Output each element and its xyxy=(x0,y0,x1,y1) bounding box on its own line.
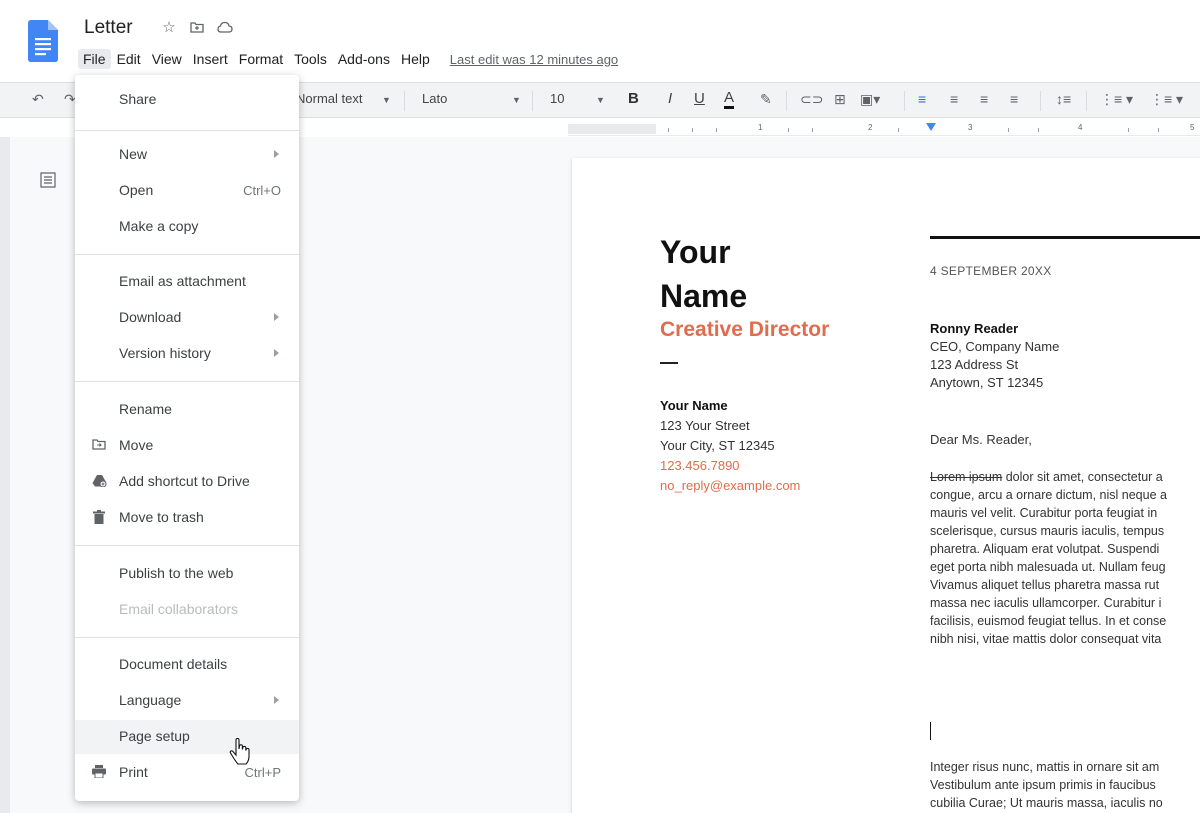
menu-item-version-history[interactable]: Version history xyxy=(75,337,299,371)
bold-button[interactable]: B xyxy=(628,90,639,107)
menu-item-email-as-attachment[interactable]: Email as attachment xyxy=(75,265,299,299)
last-edit-link[interactable]: Last edit was 12 minutes ago xyxy=(450,52,618,67)
left-ruler xyxy=(0,137,10,813)
align-center-icon[interactable]: ≡ xyxy=(950,91,958,107)
ruler[interactable]: 1 2 3 4 5 xyxy=(568,122,1200,136)
menu-item-document-details[interactable]: Document details xyxy=(75,648,299,682)
menu-edit[interactable]: Edit xyxy=(112,49,146,69)
menu-item-language[interactable]: Language xyxy=(75,684,299,718)
comment-icon[interactable]: ⊞ xyxy=(834,91,846,108)
letter-name-heading[interactable]: Your Name xyxy=(660,230,747,318)
google-docs-logo-icon[interactable] xyxy=(28,20,58,62)
font-select[interactable]: Lato xyxy=(422,91,447,106)
undo-icon[interactable]: ↶ xyxy=(32,91,44,108)
indent-marker[interactable] xyxy=(926,123,936,131)
ruler-number: 5 xyxy=(1190,123,1195,132)
menu-item-make-a-copy[interactable]: Make a copy xyxy=(75,210,299,244)
star-icon[interactable]: ☆ xyxy=(160,18,178,36)
menu-add-ons[interactable]: Add-ons xyxy=(333,49,395,69)
ruler-number: 1 xyxy=(758,123,763,132)
text-caret xyxy=(930,722,931,740)
printer-icon xyxy=(91,765,107,781)
font-chevron-down-icon[interactable]: ▼ xyxy=(512,95,521,105)
menu-item-page-setup[interactable]: Page setup xyxy=(75,720,299,754)
size-chevron-down-icon[interactable]: ▼ xyxy=(596,95,605,105)
font-size-select[interactable]: 10 xyxy=(550,91,564,106)
menu-insert[interactable]: Insert xyxy=(188,49,233,69)
menu-format[interactable]: Format xyxy=(234,49,288,69)
bulleted-list-icon[interactable]: ⋮≡ ▾ xyxy=(1150,91,1183,108)
ruler-number: 2 xyxy=(868,123,873,132)
align-right-icon[interactable]: ≡ xyxy=(980,91,988,107)
menu-item-print[interactable]: Print Ctrl+P xyxy=(75,756,299,790)
title-icons: ☆ xyxy=(160,18,234,36)
highlight-pen-icon[interactable]: ✎ xyxy=(760,91,772,108)
underline-button[interactable]: U xyxy=(694,90,705,107)
letter-greeting[interactable]: Dear Ms. Reader, xyxy=(930,432,1032,447)
line-spacing-icon[interactable]: ↕≡ xyxy=(1056,91,1071,107)
recipient-block[interactable]: Ronny Reader CEO, Company Name 123 Addre… xyxy=(930,320,1059,392)
menu-bar: File Edit View Insert Format Tools Add-o… xyxy=(78,47,618,71)
header-rule xyxy=(930,236,1200,239)
menu-item-add-shortcut-to-drive[interactable]: Add shortcut to Drive xyxy=(75,465,299,499)
decorative-dash xyxy=(660,362,678,364)
drive-shortcut-icon xyxy=(91,474,107,490)
folder-icon[interactable] xyxy=(188,18,206,36)
menu-item-open[interactable]: Open Ctrl+O xyxy=(75,174,299,208)
letter-date[interactable]: 4 SEPTEMBER 20XX xyxy=(930,264,1052,278)
ruler-number: 4 xyxy=(1078,123,1083,132)
submenu-arrow-icon xyxy=(274,349,279,357)
trash-icon xyxy=(91,510,107,526)
submenu-arrow-icon xyxy=(274,150,279,158)
ruler-number: 3 xyxy=(968,123,973,132)
sender-contact[interactable]: Your Name 123 Your Street Your City, ST … xyxy=(660,396,800,496)
justify-icon[interactable]: ≡ xyxy=(1010,91,1018,107)
menu-item-new[interactable]: New xyxy=(75,138,299,172)
menu-file[interactable]: File xyxy=(78,49,111,69)
italic-button[interactable]: I xyxy=(668,90,672,107)
menu-item-publish-to-the-web[interactable]: Publish to the web xyxy=(75,557,299,591)
menu-item-share[interactable]: Share xyxy=(75,83,299,117)
menu-help[interactable]: Help xyxy=(396,49,435,69)
text-color-button[interactable]: A xyxy=(724,89,735,109)
letter-body-paragraph[interactable]: Integer risus nunc, mattis in ornare sit… xyxy=(930,758,1200,812)
submenu-arrow-icon xyxy=(274,313,279,321)
cloud-icon[interactable] xyxy=(216,18,234,36)
menu-item-move-to-trash[interactable]: Move to trash xyxy=(75,501,299,535)
menu-item-move[interactable]: Move xyxy=(75,429,299,463)
letter-body-paragraph[interactable]: Lorem ipsum dolor sit amet, consectetur … xyxy=(930,468,1200,648)
menu-tools[interactable]: Tools xyxy=(289,49,332,69)
document-outline-icon[interactable] xyxy=(40,172,60,192)
file-menu: Share New Open Ctrl+O Make a copy Email a… xyxy=(75,75,299,801)
submenu-arrow-icon xyxy=(274,696,279,704)
hand-pointer-cursor-icon xyxy=(229,738,250,765)
move-folder-icon xyxy=(91,438,107,454)
align-left-icon[interactable]: ≡ xyxy=(918,91,926,107)
document-title[interactable]: Letter xyxy=(84,17,133,39)
letter-role[interactable]: Creative Director xyxy=(660,318,829,342)
image-icon[interactable]: ▣▾ xyxy=(860,91,880,108)
style-select[interactable]: Normal text xyxy=(296,91,362,106)
menu-item-rename[interactable]: Rename xyxy=(75,393,299,427)
numbered-list-icon[interactable]: ⋮≡ ▾ xyxy=(1100,91,1133,108)
menu-view[interactable]: View xyxy=(147,49,187,69)
menu-item-email-collaborators: Email collaborators xyxy=(119,601,239,617)
link-icon[interactable]: ⊂⊃ xyxy=(800,91,823,108)
style-chevron-down-icon[interactable]: ▼ xyxy=(382,95,391,105)
redo-icon[interactable]: ↷ xyxy=(64,91,76,108)
menu-item-download[interactable]: Download xyxy=(75,301,299,335)
